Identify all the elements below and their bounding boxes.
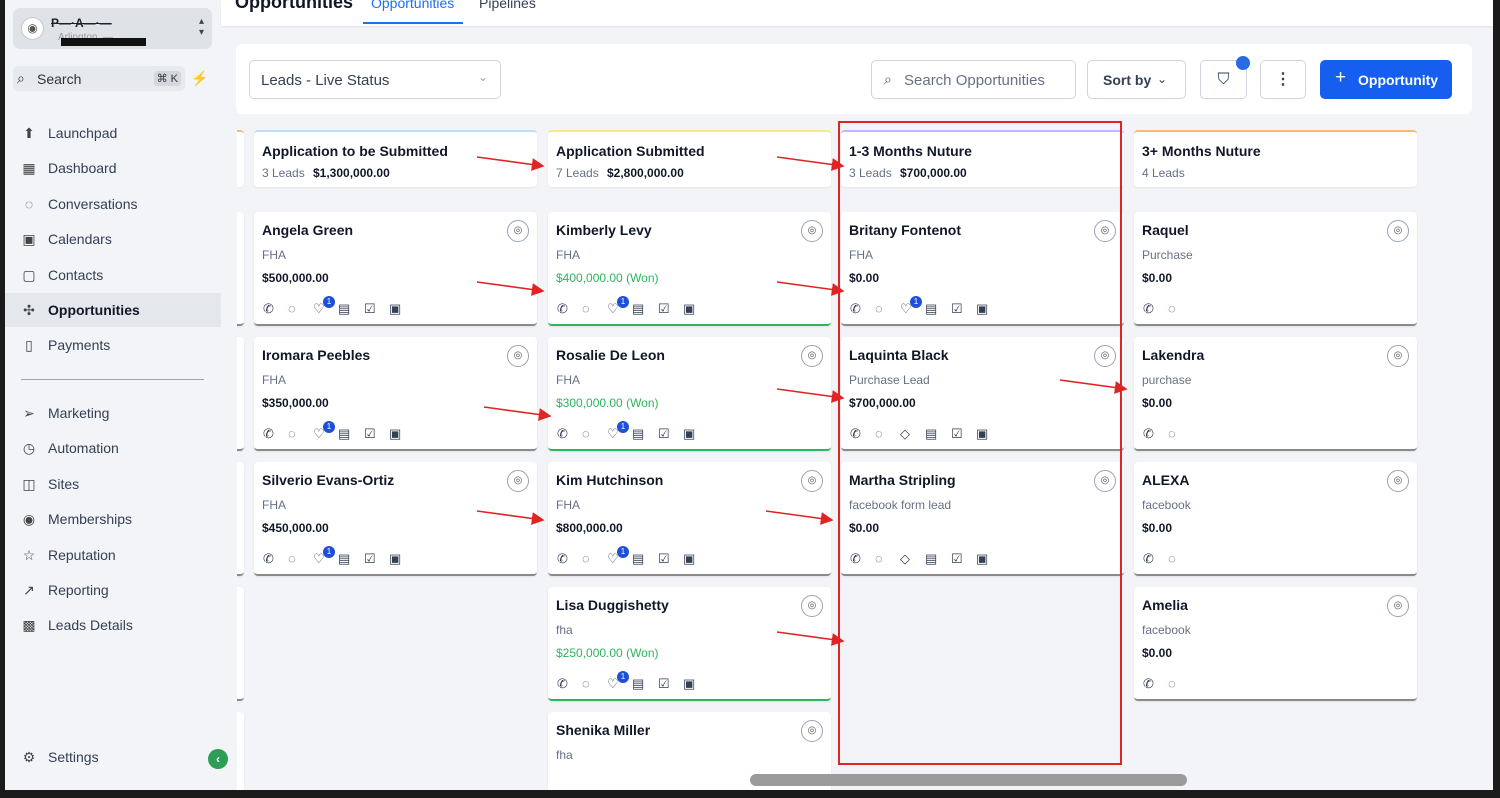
red-arrow bbox=[776, 388, 845, 403]
red-arrow bbox=[776, 631, 845, 646]
app-window: ◉ P—·A—·— Arlington, — ▴▾ ⌕ Search ⌘ K ⚡… bbox=[5, 0, 1493, 790]
annotation-arrows bbox=[476, 156, 1128, 646]
red-arrow bbox=[765, 510, 834, 525]
horizontal-scrollbar[interactable] bbox=[750, 774, 1187, 786]
red-arrow bbox=[1059, 379, 1128, 394]
red-arrow bbox=[476, 510, 545, 525]
red-arrow bbox=[476, 156, 545, 171]
red-arrow bbox=[483, 406, 552, 421]
red-arrow bbox=[776, 156, 845, 171]
red-arrow bbox=[476, 281, 545, 296]
red-arrow bbox=[776, 281, 845, 296]
